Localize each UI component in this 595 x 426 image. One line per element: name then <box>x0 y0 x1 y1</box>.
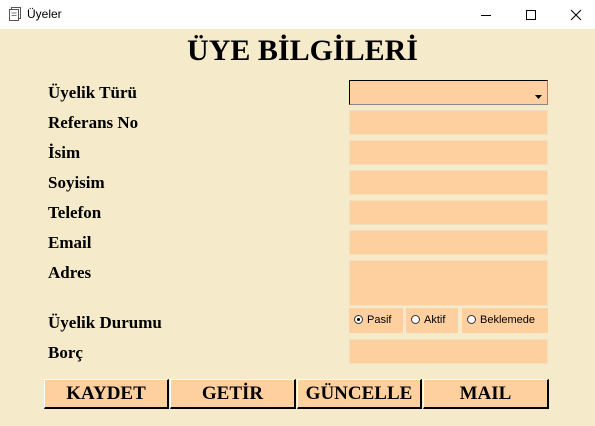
membership-type-select[interactable] <box>349 80 548 105</box>
radio-button[interactable] <box>467 315 476 324</box>
radio-button[interactable] <box>411 315 420 324</box>
mail-button[interactable]: MAIL <box>423 379 549 409</box>
maximize-button[interactable] <box>508 0 554 29</box>
membership-type-label: Üyelik Türü <box>48 83 137 102</box>
form-area: ÜYE BİLGİLERİ Üyelik Türü Referans No İs… <box>0 29 595 426</box>
maximize-icon <box>526 10 536 20</box>
phone-field[interactable] <box>349 200 548 225</box>
email-field[interactable] <box>349 230 548 255</box>
status-radio-aktif[interactable]: Aktif <box>406 308 458 333</box>
address-field[interactable] <box>349 260 548 306</box>
address-label: Adres <box>48 263 92 282</box>
app-icon <box>8 7 22 21</box>
fetch-button[interactable]: GETİR <box>170 379 296 409</box>
status-radio-label: Beklemede <box>480 314 536 326</box>
close-icon <box>570 9 582 21</box>
phone-label: Telefon <box>48 203 102 222</box>
name-label: İsim <box>48 143 81 162</box>
close-button[interactable] <box>553 0 595 29</box>
status-radio-pasif[interactable]: Pasif <box>349 308 403 333</box>
window-title: Üyeler <box>27 7 62 21</box>
reference-no-label: Referans No <box>48 113 139 132</box>
debt-label: Borç <box>48 343 83 362</box>
title-bar: Üyeler <box>0 0 595 29</box>
surname-label: Soyisim <box>48 173 105 192</box>
chevron-down-icon <box>535 95 542 99</box>
status-radio-beklemede[interactable]: Beklemede <box>462 308 548 333</box>
page-title: ÜYE BİLGİLERİ <box>187 34 418 67</box>
radio-button-checked[interactable] <box>354 315 363 324</box>
save-button[interactable]: KAYDET <box>44 379 169 409</box>
email-label: Email <box>48 233 92 252</box>
name-field[interactable] <box>349 140 548 165</box>
minimize-button[interactable] <box>463 0 509 29</box>
membership-status-label: Üyelik Durumu <box>48 313 162 332</box>
debt-field[interactable] <box>349 339 548 364</box>
surname-field[interactable] <box>349 170 548 195</box>
status-radio-label: Aktif <box>424 314 446 326</box>
update-button[interactable]: GÜNCELLE <box>297 379 422 409</box>
dropdown-button[interactable] <box>531 82 546 103</box>
minimize-icon <box>481 15 491 16</box>
reference-no-field[interactable] <box>349 110 548 135</box>
status-radio-label: Pasif <box>367 314 392 326</box>
